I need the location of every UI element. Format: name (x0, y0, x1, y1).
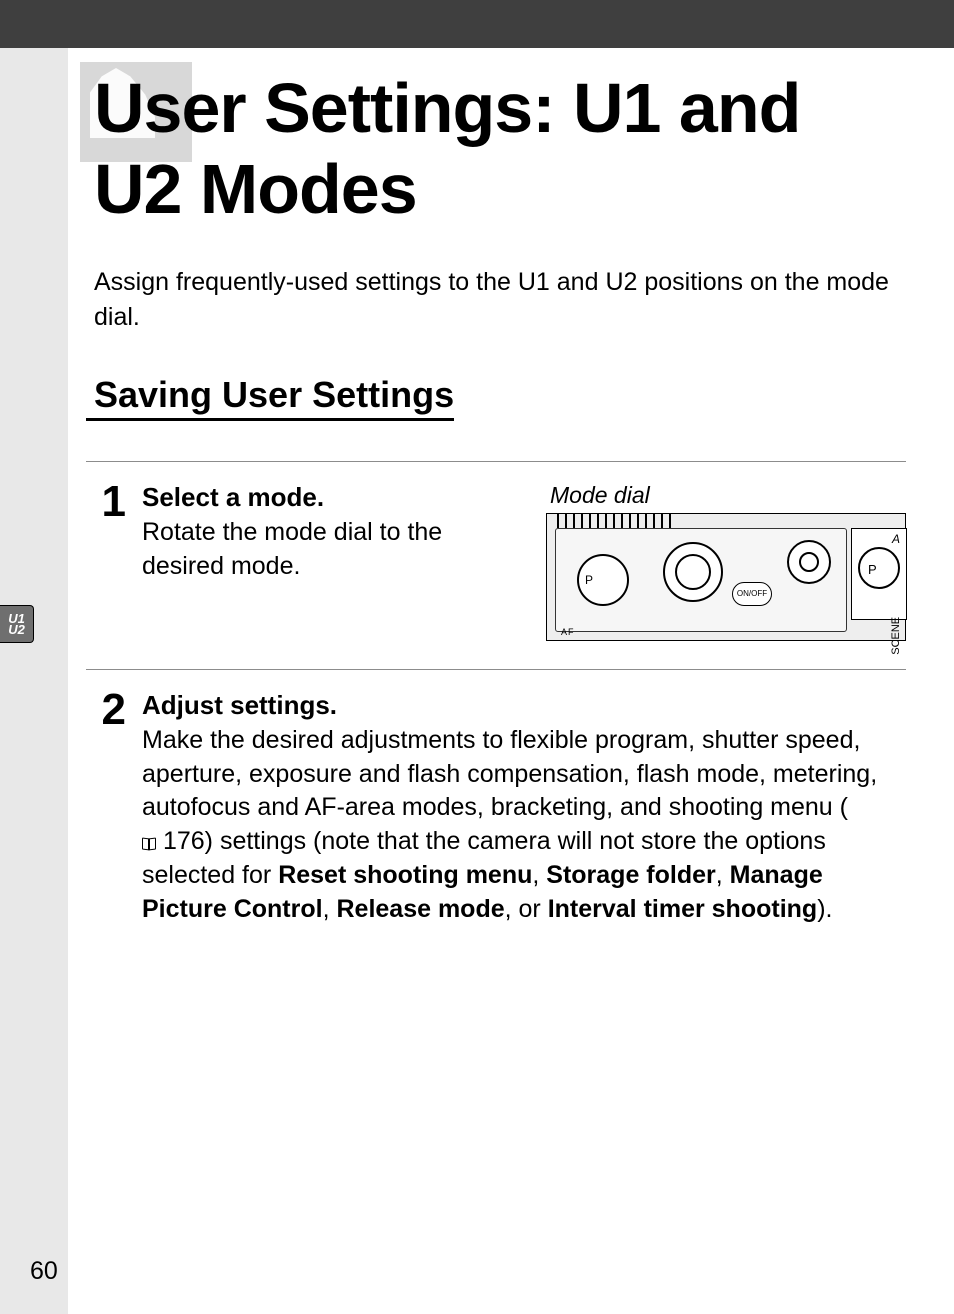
mode-dial-icon (577, 554, 629, 606)
content-area: User Settings: U1 and U2 Modes Assign fr… (68, 48, 924, 954)
book-icon (142, 838, 156, 850)
step-heading: Adjust settings. (142, 690, 337, 720)
inset-dial-icon (858, 547, 900, 589)
page-number: 60 (30, 1257, 58, 1286)
section-tab-label: U1U2 (8, 613, 25, 635)
bold-storage-folder: Storage folder (546, 861, 715, 889)
step-body: Adjust settings. Make the desired adjust… (142, 688, 906, 926)
u2-code: U2 (605, 268, 637, 296)
mode-dial-inset: A SCENE (851, 528, 907, 620)
left-sidebar: U1U2 (0, 48, 68, 1314)
u1-code: U1 (518, 268, 550, 296)
steps-list: 1 Select a mode. Rotate the mode dial to… (86, 461, 906, 954)
page-ref-number: 176 (163, 827, 205, 855)
mode-dial-figure: ON/OFF AF A SCENE (546, 513, 906, 641)
step-heading: Select a mode. (142, 482, 324, 512)
manual-page: U1U2 User Settings: U1 and U2 Modes Assi… (0, 0, 954, 1314)
step-description: Rotate the mode dial to the desired mode… (142, 518, 442, 580)
bold-reset-shooting-menu: Reset shooting menu (278, 861, 532, 889)
bold-interval-timer-shooting: Interval timer shooting (548, 895, 817, 923)
step-number: 1 (86, 480, 126, 641)
shutter-button-icon (787, 540, 831, 584)
intro-text-b: and (550, 268, 606, 296)
command-dial-icon (663, 542, 723, 602)
figure-caption: Mode dial (546, 480, 906, 511)
step-1: 1 Select a mode. Rotate the mode dial to… (86, 461, 906, 669)
step-2: 2 Adjust settings. Make the desired adju… (86, 669, 906, 954)
af-label: AF (561, 626, 575, 638)
onoff-switch-icon: ON/OFF (732, 582, 772, 606)
intro-text-a: Assign frequently-used settings to the (94, 268, 518, 296)
bold-release-mode: Release mode (336, 895, 504, 923)
figure-column: Mode dial ON/OFF AF A (546, 480, 906, 641)
section-heading: Saving User Settings (86, 374, 454, 421)
inset-a-label: A (892, 531, 900, 547)
page-title: User Settings: U1 and U2 Modes (86, 48, 906, 229)
top-bar (0, 0, 954, 48)
intro-paragraph: Assign frequently-used settings to the U… (86, 265, 906, 334)
inset-scene-label: SCENE (889, 617, 904, 655)
step-number: 2 (86, 688, 126, 926)
step-text-a: Make the desired adjustments to flexible… (142, 726, 877, 822)
page-reference: 176 (142, 825, 205, 859)
step-text: Select a mode. Rotate the mode dial to t… (142, 480, 526, 583)
step-body: Select a mode. Rotate the mode dial to t… (142, 480, 906, 641)
section-tab-icon: U1U2 (0, 605, 34, 643)
